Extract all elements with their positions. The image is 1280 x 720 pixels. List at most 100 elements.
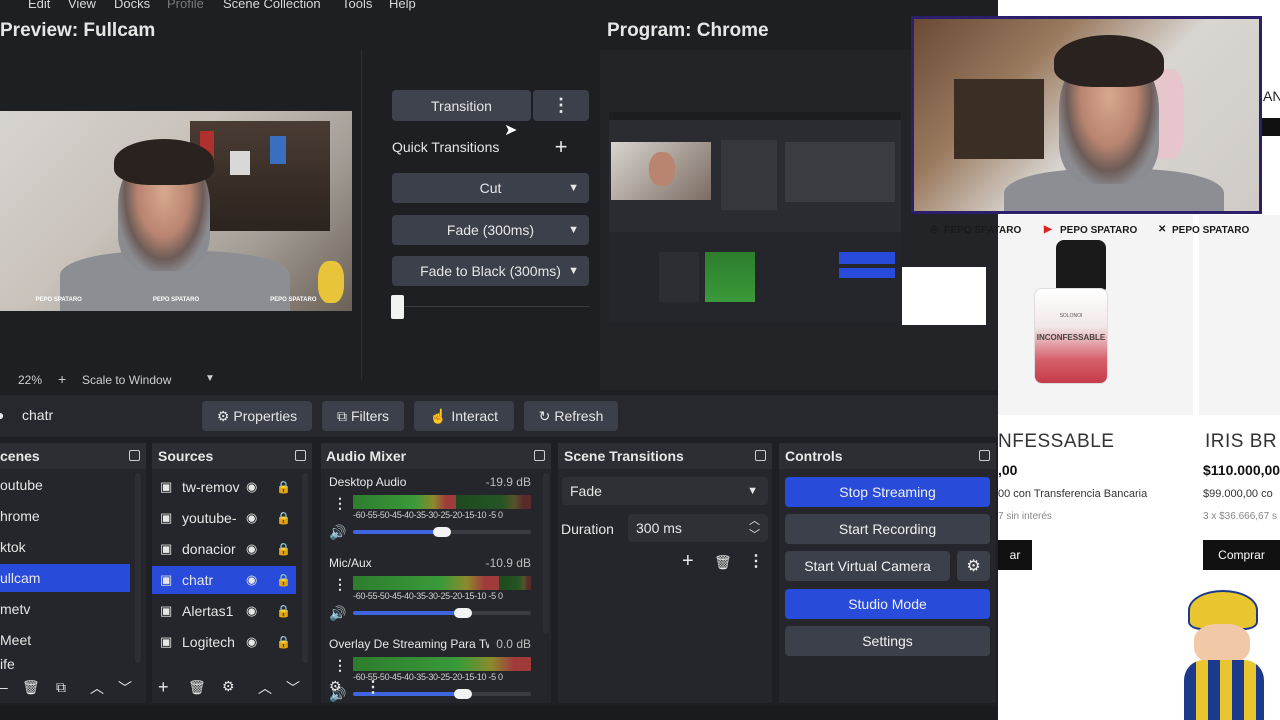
refresh-button[interactable]: ↻ Refresh [524, 401, 618, 431]
hand-icon: ☝ [429, 407, 448, 424]
lock-icon[interactable]: 🔒 [276, 535, 291, 563]
studio-mode-button[interactable]: Studio Mode [785, 589, 990, 619]
eye-icon[interactable]: ◉ [246, 628, 257, 656]
source-label: Logitech [182, 634, 235, 650]
program-web-thumbnail [902, 267, 986, 325]
eye-icon[interactable]: ◉ [246, 504, 257, 532]
chevron-down-icon[interactable]: ﹀ [118, 678, 132, 698]
eye-icon[interactable]: ◉ [246, 535, 257, 563]
quick-transition-fade[interactable]: Fade (300ms) ▼ [392, 215, 589, 245]
scenes-scrollbar[interactable] [135, 473, 141, 663]
scene-item[interactable]: Meet [0, 626, 130, 654]
chevron-up-icon[interactable]: ︿ [90, 678, 104, 698]
scene-item[interactable]: ktok [0, 533, 130, 561]
transition-menu-button[interactable]: ⋮ [533, 90, 589, 121]
plus-icon[interactable]: + [682, 550, 694, 573]
quick-transition-cut[interactable]: Cut ▼ [392, 173, 589, 203]
scene-item[interactable]: outube [0, 471, 130, 499]
interact-button[interactable]: ☝ Interact [414, 401, 514, 431]
menu-help[interactable]: Help [389, 0, 416, 11]
channel-name: Mic/Aux [329, 556, 372, 570]
source-item[interactable]: ▣ tw-remov ◉ 🔒 [152, 473, 296, 501]
chevron-down-icon[interactable]: ▼ [205, 373, 215, 384]
more-vertical-icon[interactable]: ⋮ [333, 576, 347, 593]
more-vertical-icon[interactable]: ⋮ [333, 495, 347, 512]
source-item[interactable]: ▣ Alertas1 ◉ 🔒 [152, 597, 296, 625]
product1-buy-button[interactable]: ar [998, 540, 1032, 570]
transition-select[interactable]: Fade ▼ [562, 477, 768, 505]
audio-scrollbar[interactable] [543, 473, 549, 633]
channel-db: 0.0 dB [496, 637, 531, 651]
stop-streaming-button[interactable]: Stop Streaming [785, 477, 990, 507]
start-virtual-camera-button[interactable]: Start Virtual Camera [785, 551, 950, 581]
duration-input[interactable]: 300 ms ︿ ﹀ [628, 514, 768, 542]
add-quick-transition-button[interactable]: + [533, 132, 589, 162]
undock-icon[interactable] [295, 450, 306, 461]
scene-item-selected[interactable]: ullcam [0, 564, 130, 592]
zoom-in-icon[interactable]: + [58, 371, 66, 387]
volume-slider-knob[interactable] [433, 527, 451, 537]
source-item[interactable]: ▣ youtube- ◉ 🔒 [152, 504, 296, 532]
overlay-social-twitch: PEPO SPATARO [35, 297, 82, 303]
filters-button[interactable]: ⧉ Filters [322, 401, 404, 431]
menu-tools[interactable]: Tools [342, 0, 372, 11]
trash-icon[interactable]: 🗑 [188, 679, 206, 696]
source-item-selected[interactable]: ▣ chatr ◉ 🔒 [152, 566, 296, 594]
scene-item[interactable]: ife [0, 657, 130, 669]
chevron-down-icon[interactable]: ﹀ [286, 678, 300, 698]
gear-icon[interactable]: ⚙ [222, 678, 235, 695]
more-vertical-icon[interactable]: ⋮ [748, 551, 764, 571]
speaker-icon[interactable]: 🔊 [329, 524, 346, 541]
menu-docks[interactable]: Docks [114, 0, 150, 11]
social-bar: ◎ PEPO SPATARO ▶ PEPO SPATARO ✕ PEPO SPA… [930, 224, 1260, 240]
product2-buy-button[interactable]: Comprar [1203, 540, 1280, 570]
scene-transitions-dock: Scene Transitions Fade ▼ Duration 300 ms … [558, 443, 772, 703]
speaker-icon[interactable]: 🔊 [329, 605, 346, 622]
eye-icon[interactable]: ◉ [246, 566, 257, 594]
channel-name: Desktop Audio [329, 475, 407, 489]
trash-icon[interactable]: 🗑 [714, 554, 732, 571]
undock-icon[interactable] [979, 450, 990, 461]
menu-profile[interactable]: Profile [167, 0, 204, 11]
preview-video[interactable]: PEPO SPATARO PEPO SPATARO PEPO SPATARO [0, 111, 352, 311]
chevron-up-icon[interactable]: ︿ [258, 678, 272, 698]
filter-icon[interactable]: ⧉ [56, 679, 66, 696]
quick-transition-fade-black[interactable]: Fade to Black (300ms) ▼ [392, 256, 589, 286]
minus-icon[interactable]: – [0, 679, 8, 695]
gear-icon[interactable]: ⚙ [329, 678, 342, 695]
plus-icon[interactable]: + [158, 677, 169, 698]
menu-bar: Edit View Docks Profile Scene Collection… [0, 0, 998, 12]
scene-item[interactable]: hrome [0, 502, 130, 530]
scale-mode-select[interactable]: Scale to Window [82, 373, 171, 387]
menu-scene-collection[interactable]: Scene Collection [223, 0, 321, 11]
eye-icon[interactable]: ◉ [246, 473, 257, 501]
volume-slider-knob[interactable] [454, 608, 472, 618]
properties-button[interactable]: ⚙ Properties [202, 401, 312, 431]
eye-icon[interactable]: ◉ [246, 597, 257, 625]
transition-button[interactable]: Transition [392, 90, 531, 121]
lock-icon[interactable]: 🔒 [276, 504, 291, 532]
undock-icon[interactable] [534, 450, 545, 461]
sources-scrollbar[interactable] [302, 473, 308, 663]
program-video[interactable] [609, 112, 901, 322]
menu-edit[interactable]: Edit [28, 0, 50, 11]
settings-button[interactable]: Settings [785, 626, 990, 656]
start-recording-button[interactable]: Start Recording [785, 514, 990, 544]
virtual-camera-settings-button[interactable]: ⚙ [957, 551, 990, 581]
lock-icon[interactable]: 🔒 [276, 566, 291, 594]
trash-icon[interactable]: 🗑 [22, 679, 40, 696]
menu-view[interactable]: View [68, 0, 96, 11]
more-vertical-icon[interactable]: ⋮ [333, 657, 347, 674]
undock-icon[interactable] [755, 450, 766, 461]
lock-icon[interactable]: 🔒 [276, 473, 291, 501]
source-item[interactable]: ▣ donacior ◉ 🔒 [152, 535, 296, 563]
scene-item[interactable]: metv [0, 595, 130, 623]
chevron-down-icon[interactable]: ﹀ [749, 521, 760, 549]
tbar-handle[interactable] [391, 295, 404, 319]
undock-icon[interactable] [129, 450, 140, 461]
source-item[interactable]: ▣ Logitech ◉ 🔒 [152, 628, 296, 656]
more-vertical-icon[interactable]: ⋮ [365, 677, 381, 697]
lock-icon[interactable]: 🔒 [276, 597, 291, 625]
x-icon: ✕ [1158, 224, 1167, 235]
lock-icon[interactable]: 🔒 [276, 628, 291, 656]
